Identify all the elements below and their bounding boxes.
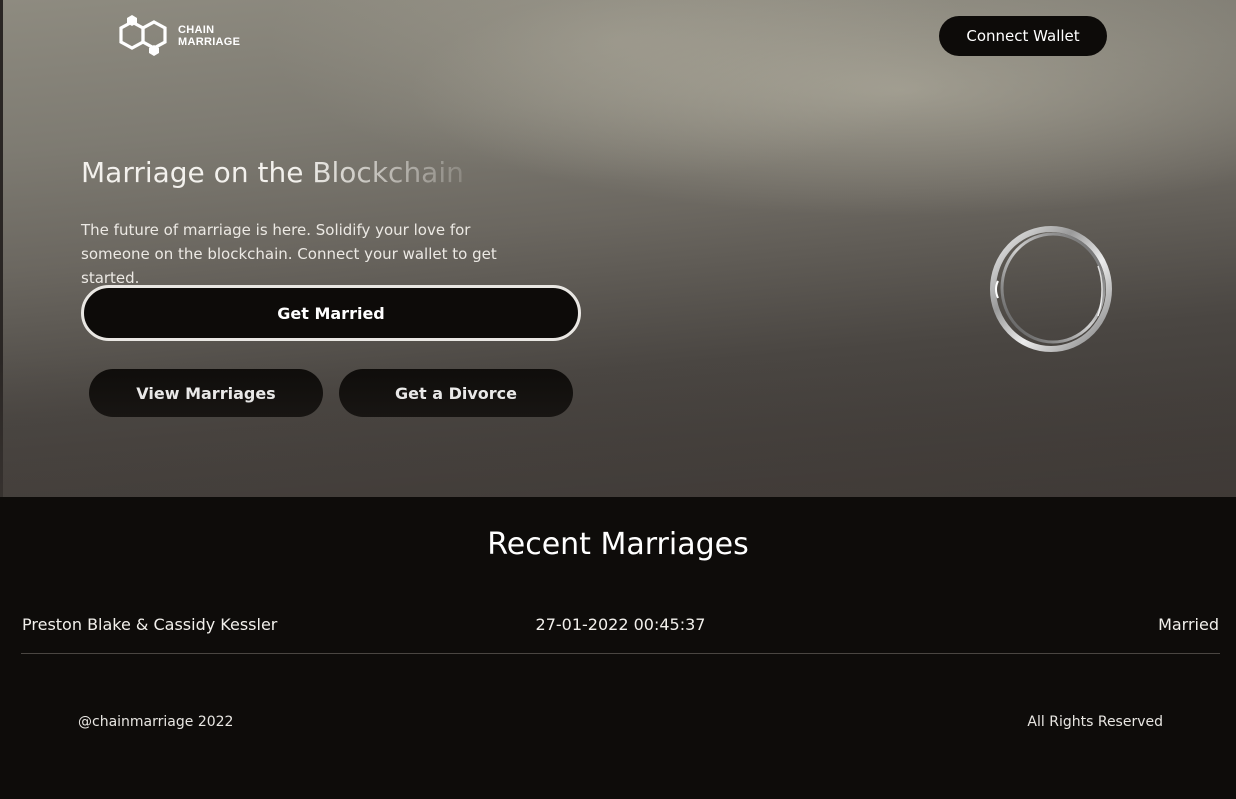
connect-wallet-button[interactable]: Connect Wallet [939,16,1107,56]
view-marriages-button[interactable]: View Marriages [89,369,323,417]
hero-description: The future of marriage is here. Solidify… [81,221,497,287]
get-divorce-button[interactable]: Get a Divorce [339,369,573,417]
wedding-ring-icon [990,226,1112,352]
marriage-row[interactable]: Preston Blake & Cassidy Kessler 27-01-20… [21,603,1220,654]
footer-copyright: @chainmarriage 2022 [78,714,234,730]
logo-text: CHAIN MARRIAGE [178,24,240,48]
marriage-status: Married [1158,615,1219,634]
hero-section: CHAIN MARRIAGE Connect Wallet Marriage o… [0,0,1236,497]
hero-title: Marriage on the Blockchain [81,156,471,189]
footer-rights: All Rights Reserved [1027,714,1163,730]
marriage-date: 27-01-2022 00:45:37 [535,615,706,634]
logo-line-2: MARRIAGE [178,36,241,48]
recent-marriages-title: Recent Marriages [487,527,749,562]
get-married-button[interactable]: Get Married [81,285,581,341]
logo-line-1: CHAIN [178,24,215,36]
chain-marriage-logo[interactable]: CHAIN MARRIAGE [118,14,240,58]
hexagon-rings-icon [119,15,167,56]
